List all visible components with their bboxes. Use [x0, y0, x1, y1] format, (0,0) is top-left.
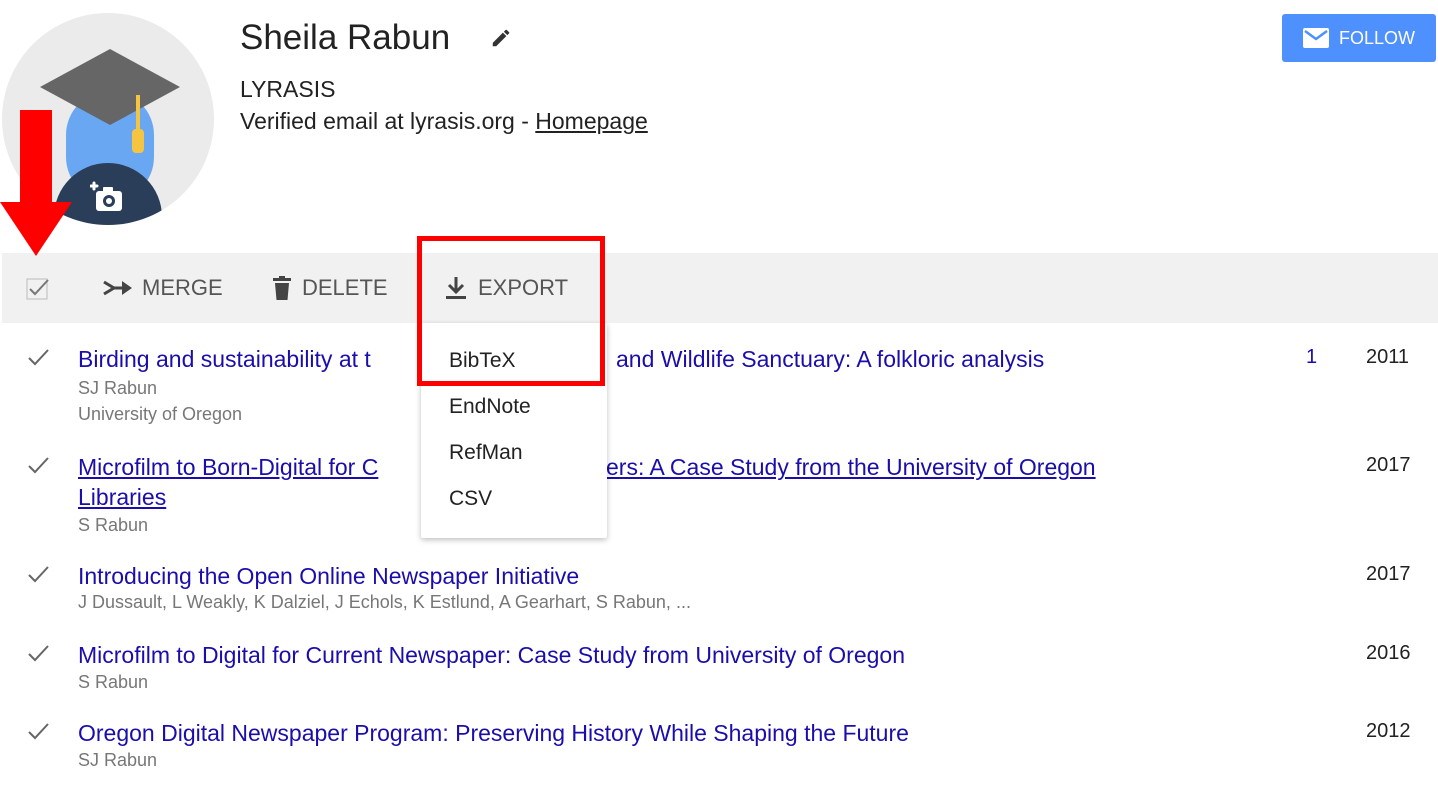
down-arrow-annotation-icon — [0, 110, 72, 256]
export-option-refman[interactable]: RefMan — [449, 441, 523, 465]
article-title-line2[interactable]: Libraries — [78, 482, 166, 512]
export-option-csv[interactable]: CSV — [449, 487, 492, 511]
profile-name: Sheila Rabun — [240, 18, 451, 57]
add-photo-icon[interactable] — [90, 181, 126, 215]
profile-affiliation: LYRASIS — [240, 76, 336, 102]
trash-icon — [273, 276, 291, 300]
article-authors: J Dussault, L Weakly, K Dalziel, J Echol… — [78, 592, 691, 612]
delete-label: DELETE — [302, 275, 388, 300]
article-title[interactable]: Microfilm to Born-Digital for C — [78, 452, 378, 482]
follow-button[interactable]: FOLLOW — [1282, 14, 1436, 62]
merge-arrow-icon — [103, 280, 132, 296]
article-title[interactable]: Birding and sustainability at t — [78, 344, 371, 374]
article-year: 2017 — [1366, 454, 1411, 476]
article-title-continued[interactable]: and Wildlife Sanctuary: A folkloric anal… — [616, 344, 1044, 374]
article-authors: SJ Rabun — [78, 750, 158, 770]
homepage-link[interactable]: Homepage — [535, 108, 648, 134]
article-toolbar: MERGE DELETE EXPORT — [2, 253, 1438, 323]
article-year: 2012 — [1366, 720, 1411, 742]
article-title[interactable]: Oregon Digital Newspaper Program: Preser… — [78, 718, 909, 748]
article-title[interactable]: Microfilm to Digital for Current Newspap… — [78, 640, 905, 670]
row-checkbox-icon[interactable] — [26, 346, 50, 370]
article-venue: University of Oregon — [78, 404, 243, 424]
checkmark-icon — [26, 278, 49, 300]
profile-email-line: Verified email at lyrasis.org - Homepage — [240, 108, 648, 135]
merge-label: MERGE — [142, 275, 223, 300]
article-title-continued[interactable]: ers: A Case Study from the University of… — [606, 452, 1096, 482]
export-option-endnote[interactable]: EndNote — [449, 395, 531, 419]
article-authors: S Rabun — [78, 672, 149, 692]
article-authors: S Rabun — [78, 515, 149, 535]
row-checkbox-icon[interactable] — [26, 720, 50, 744]
article-year: 2017 — [1366, 563, 1411, 585]
row-checkbox-icon[interactable] — [26, 454, 50, 478]
article-authors: SJ Rabun — [78, 378, 158, 398]
follow-label: FOLLOW — [1338, 27, 1415, 48]
row-checkbox-icon[interactable] — [26, 563, 50, 587]
article-title[interactable]: Introducing the Open Online Newspaper In… — [78, 561, 579, 591]
article-year: 2016 — [1366, 642, 1411, 664]
select-all-checkbox[interactable] — [26, 253, 50, 323]
merge-button[interactable]: MERGE — [102, 253, 223, 323]
verified-email-text: Verified email at lyrasis.org - — [240, 108, 536, 134]
row-checkbox-icon[interactable] — [26, 642, 50, 666]
envelope-icon — [1302, 28, 1329, 48]
edit-pencil-icon[interactable] — [490, 27, 512, 49]
delete-button[interactable]: DELETE — [272, 253, 388, 323]
article-year: 2011 — [1366, 346, 1410, 368]
cited-by-count[interactable]: 1 — [1306, 346, 1317, 369]
annotation-highlight-box — [417, 236, 605, 386]
